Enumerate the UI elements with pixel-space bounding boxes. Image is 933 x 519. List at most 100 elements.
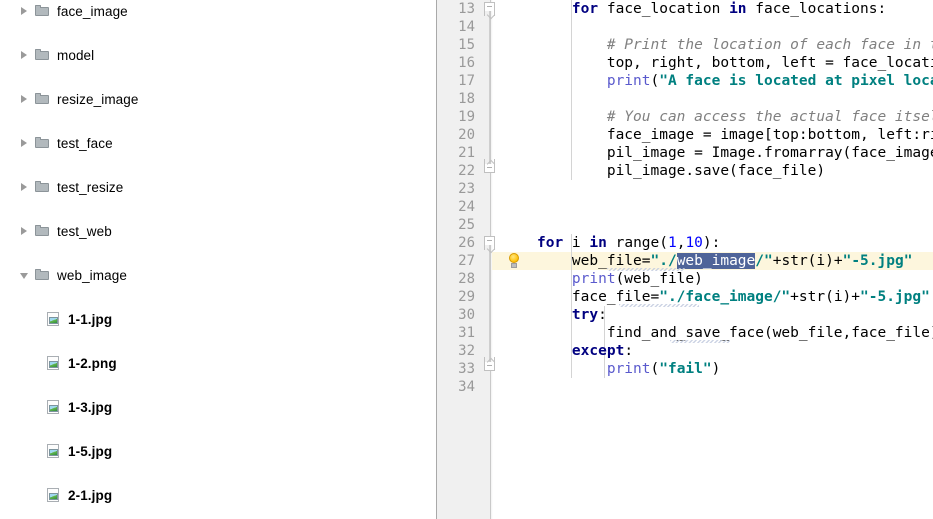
line-number: 34: [458, 379, 475, 395]
code-token: /": [755, 253, 773, 269]
typo-squiggle: [619, 304, 699, 307]
code-token: print: [571, 271, 616, 287]
code-line-text[interactable]: for i in range(1,10):: [537, 234, 720, 252]
image-file-icon: [46, 400, 62, 414]
code-token: range(: [606, 235, 668, 251]
tree-folder-model[interactable]: model: [0, 44, 430, 66]
tree-folder-resize_image[interactable]: resize_image: [0, 88, 430, 110]
code-line[interactable]: 34: [437, 378, 933, 396]
lightbulb-glass: [509, 253, 519, 263]
tree-item-label: resize_image: [57, 91, 139, 107]
panel-divider[interactable]: [430, 0, 437, 519]
code-line[interactable]: 15 # Print the location of each face in …: [437, 36, 933, 54]
code-token: (web_file): [615, 271, 703, 287]
code-line-text[interactable]: print("fail"): [537, 360, 721, 378]
code-line[interactable]: 24: [437, 198, 933, 216]
code-token: except: [571, 343, 625, 359]
code-line[interactable]: 22 pil_image.save(face_file): [437, 162, 933, 180]
code-token: face_location: [598, 1, 730, 17]
typo-squiggle: [607, 268, 685, 271]
code-line[interactable]: 33 print("fail"): [437, 360, 933, 378]
code-line[interactable]: 19 # You can access the actual face itse…: [437, 108, 933, 126]
chevron-right-icon[interactable]: [18, 5, 31, 18]
code-line[interactable]: 18: [437, 90, 933, 108]
code-line[interactable]: 13 for face_location in face_locations:: [437, 0, 933, 18]
tree-folder-face_image[interactable]: face_image: [0, 0, 430, 22]
code-line[interactable]: 25: [437, 216, 933, 234]
typo-squiggle: [670, 340, 730, 343]
line-number: 29: [458, 289, 475, 305]
code-token: face_file=: [537, 289, 660, 305]
tree-file-1-3-jpg[interactable]: 1-3.jpg: [0, 396, 430, 418]
code-token: "A face is located at pixel locatio: [659, 73, 933, 89]
code-line[interactable]: 16 top, right, bottom, left = face_locat…: [437, 54, 933, 72]
fold-end-icon[interactable]: [484, 159, 497, 179]
folder-icon: [35, 180, 51, 194]
code-line-text[interactable]: print(web_file): [537, 270, 703, 288]
code-token: face_locations:: [746, 1, 887, 17]
code-token: pil_image.save(face_file): [537, 163, 826, 179]
tree-file-2-1-jpg[interactable]: 2-1.jpg: [0, 484, 430, 506]
code-token: top, right, bottom, left = face_location: [537, 55, 933, 71]
chevron-right-icon[interactable]: [18, 181, 31, 194]
selected-text[interactable]: web_image: [676, 253, 756, 269]
code-line-text[interactable]: # Print the location of each face in thi…: [537, 36, 933, 54]
fold-collapse-icon[interactable]: [484, 1, 497, 17]
code-token: +str(i)+: [790, 289, 861, 305]
tree-item-label: face_image: [57, 3, 128, 19]
code-line-text[interactable]: face_image = image[top:bottom, left:righ…: [537, 126, 933, 144]
code-line-text[interactable]: find_and_save_face(web_file,face_file): [537, 324, 933, 342]
chevron-right-icon[interactable]: [18, 49, 31, 62]
tree-folder-test_resize[interactable]: test_resize: [0, 176, 430, 198]
lightbulb-base: [511, 263, 517, 268]
tree-folder-test_web[interactable]: test_web: [0, 220, 430, 242]
image-file-icon: [46, 312, 62, 326]
tree-file-1-1-jpg[interactable]: 1-1.jpg: [0, 308, 430, 330]
tree-file-1-2-png[interactable]: 1-2.png: [0, 352, 430, 374]
lightbulb-icon[interactable]: [507, 253, 522, 269]
code-token: (: [650, 73, 660, 89]
chevron-right-icon[interactable]: [18, 137, 31, 150]
code-area[interactable]: 13 for face_location in face_locations: 1…: [437, 0, 933, 519]
tree-item-label: test_web: [57, 223, 112, 239]
fold-end-icon[interactable]: [484, 357, 497, 377]
code-line-text[interactable]: top, right, bottom, left = face_location: [537, 54, 933, 72]
line-number: 23: [458, 181, 475, 197]
code-line-text[interactable]: print("A face is located at pixel locati…: [537, 72, 933, 90]
code-line-text[interactable]: web_file="./web_image/"+str(i)+"-5.jpg": [537, 252, 912, 270]
code-token: in: [589, 235, 607, 251]
code-line-text[interactable]: except:: [537, 342, 633, 360]
code-line[interactable]: 17 print("A face is located at pixel loc…: [437, 72, 933, 90]
project-tree-panel[interactable]: face_imagemodel resize_image test_facetest…: [0, 0, 430, 519]
code-line-text[interactable]: pil_image = Image.fromarray(face_image): [537, 144, 933, 162]
chevron-down-icon[interactable]: [18, 269, 31, 282]
fold-collapse-icon[interactable]: [484, 235, 497, 251]
tree-file-1-5-jpg[interactable]: 1-5.jpg: [0, 440, 430, 462]
tree-folder-web_image[interactable]: web_image: [0, 264, 430, 286]
code-line-text[interactable]: pil_image.save(face_file): [537, 162, 825, 180]
code-line-text[interactable]: # You can access the actual face itself …: [537, 108, 933, 126]
line-number: 15: [458, 37, 475, 53]
line-number: 31: [458, 325, 475, 341]
tree-folder-test_face[interactable]: test_face: [0, 132, 430, 154]
line-number: 21: [458, 145, 475, 161]
code-line[interactable]: 21 pil_image = Image.fromarray(face_imag…: [437, 144, 933, 162]
code-line-text[interactable]: face_file="./face_image/"+str(i)+"-5.jpg…: [537, 288, 930, 306]
code-line[interactable]: 20 face_image = image[top:bottom, left:r…: [437, 126, 933, 144]
code-line[interactable]: 23: [437, 180, 933, 198]
code-line-text[interactable]: for face_location in face_locations:: [537, 0, 886, 18]
code-token: # You can access the actual face itself …: [537, 109, 933, 125]
code-line[interactable]: 26 for i in range(1,10):: [437, 234, 933, 252]
code-line-text[interactable]: try:: [537, 306, 607, 324]
folder-icon: [35, 48, 51, 62]
chevron-right-icon[interactable]: [18, 225, 31, 238]
chevron-right-icon[interactable]: [18, 93, 31, 106]
code-line[interactable]: 32 except:: [437, 342, 933, 360]
editor-panel[interactable]: 13 for face_location in face_locations: 1…: [437, 0, 933, 519]
code-line[interactable]: 30 try:: [437, 306, 933, 324]
code-line[interactable]: 28 print(web_file): [437, 270, 933, 288]
code-line[interactable]: 14: [437, 18, 933, 36]
